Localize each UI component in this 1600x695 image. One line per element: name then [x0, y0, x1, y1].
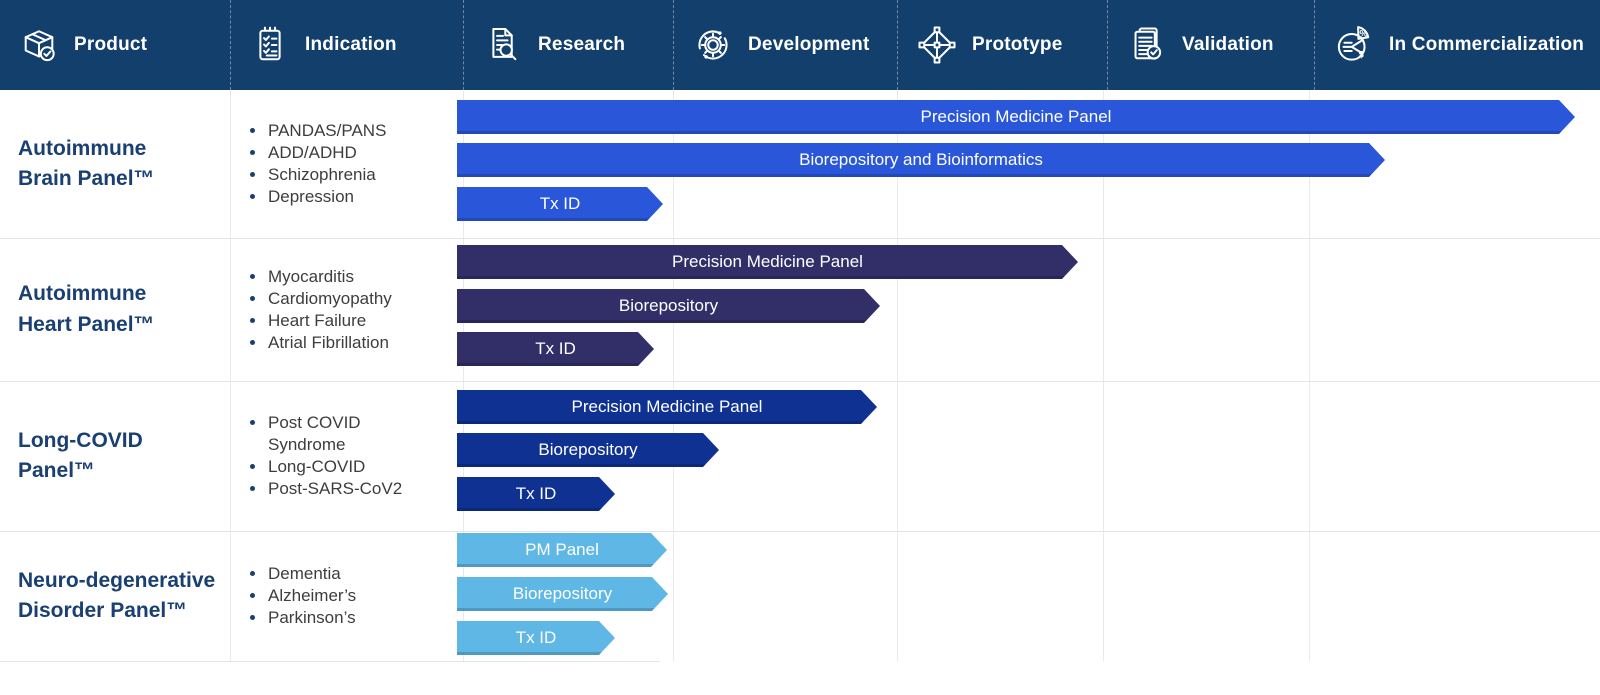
pipeline-bar: PM Panel — [457, 533, 667, 567]
product-row: Autoimmune Heart Panel™ Myocarditis Cardio… — [0, 238, 463, 381]
product-row: Neuro-degenerative Disorder Panel™ Dement… — [0, 531, 463, 661]
pipeline-bar: Biorepository — [457, 289, 880, 323]
indication-item: Cardiomyopathy — [244, 288, 458, 310]
indication-item: ADD/ADHD — [244, 142, 458, 164]
indication-item: Heart Failure — [244, 310, 458, 332]
pipeline-bar: Tx ID — [457, 332, 654, 366]
pipeline-bar: Biorepository — [457, 577, 668, 611]
row-divider-line — [0, 661, 660, 662]
pipeline-bar: Biorepository and Bioinformatics — [457, 143, 1385, 177]
stage-header-cell-product: Product — [0, 0, 230, 90]
pipeline-bar: Precision Medicine Panel — [457, 390, 877, 424]
indication-item: Atrial Fibrillation — [244, 332, 458, 354]
indication-item: Long-COVID — [244, 456, 458, 478]
stage-header: Product Indication Research Development … — [0, 0, 1600, 90]
indication-list: Myocarditis Cardiomyopathy Heart Failure At… — [230, 238, 463, 381]
indication-item: Myocarditis — [244, 266, 458, 288]
stage-header-cell-validation: Validation — [1107, 0, 1314, 90]
research-document-magnifier-icon — [481, 23, 525, 67]
product-row: Long-COVID Panel™ Post COVID Syndrome Long… — [0, 381, 463, 531]
svg-text:%: % — [1360, 28, 1368, 38]
product-name: Autoimmune Heart Panel™ — [18, 282, 155, 336]
stage-header-cell-prototype: Prototype — [897, 0, 1107, 90]
stage-header-label: Indication — [305, 34, 397, 55]
stage-header-label: Product — [74, 34, 148, 55]
indication-item: Depression — [244, 186, 458, 208]
prototype-vector-node-icon — [915, 23, 959, 67]
pipeline-bar: Tx ID — [457, 477, 615, 511]
stage-header-cell-in-commercialization: % $ In Commercialization — [1314, 0, 1600, 90]
indication-list: PANDAS/PANS ADD/ADHD Schizophrenia Depressi… — [230, 90, 463, 238]
indication-list: Post COVID Syndrome Long-COVID Post-SARS-C… — [230, 381, 463, 531]
indication-item: Alzheimer’s — [244, 585, 458, 607]
pipeline-bar: Tx ID — [457, 187, 663, 221]
product-name: Neuro-degenerative Disorder Panel™ — [18, 568, 216, 622]
svg-text:$: $ — [1359, 49, 1364, 59]
indication-item: Post-SARS-CoV2 — [244, 478, 458, 500]
stage-header-label: Research — [538, 34, 626, 55]
indication-list: Dementia Alzheimer’s Parkinson’s — [230, 531, 463, 661]
indication-item: Dementia — [244, 563, 458, 585]
indication-item: Post COVID Syndrome — [244, 412, 458, 456]
stage-header-label: Prototype — [972, 34, 1063, 55]
stage-header-label: Validation — [1182, 34, 1274, 55]
stage-header-cell-research: Research — [463, 0, 673, 90]
product-row: Autoimmune Brain Panel™ PANDAS/PANS ADD/AD… — [0, 90, 463, 238]
stage-header-label: In Commercialization — [1389, 34, 1585, 55]
pipeline-bar: Precision Medicine Panel — [457, 245, 1078, 279]
stage-header-cell-indication: Indication — [230, 0, 463, 90]
stage-header-label: Development — [748, 34, 870, 55]
pipeline-bar: Tx ID — [457, 621, 615, 655]
product-name: Autoimmune Brain Panel™ — [18, 136, 155, 190]
indication-item: Parkinson’s — [244, 607, 458, 629]
product-name: Long-COVID Panel™ — [18, 428, 143, 482]
development-gear-icon — [691, 23, 735, 67]
indication-checklist-icon — [248, 23, 292, 67]
product-box-icon — [17, 23, 61, 67]
indication-item: PANDAS/PANS — [244, 120, 458, 142]
pipeline-chart: Product Indication Research Development … — [0, 0, 1600, 695]
stage-header-cell-development: Development — [673, 0, 897, 90]
pipeline-bar: Biorepository — [457, 433, 719, 467]
commercialization-pie-money-icon: % $ — [1332, 23, 1376, 67]
pipeline-bar: Precision Medicine Panel — [457, 100, 1575, 134]
indication-item: Schizophrenia — [244, 164, 458, 186]
validation-document-check-icon — [1125, 23, 1169, 67]
